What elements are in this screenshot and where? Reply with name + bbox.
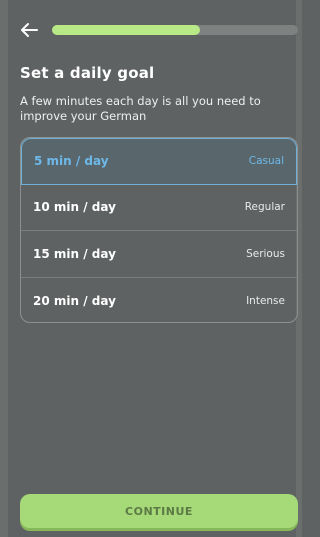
goal-option-time: 15 min / day: [33, 246, 116, 261]
goal-option-level: Casual: [248, 155, 284, 168]
goal-option-15-min[interactable]: 15 min / day Serious: [21, 231, 297, 278]
continue-label: CONTINUE: [125, 504, 193, 518]
frame-edge-left: [0, 0, 8, 537]
goal-option-5-min[interactable]: 5 min / day Casual: [21, 138, 297, 185]
arrow-left-icon: [21, 23, 38, 37]
goal-option-time: 20 min / day: [33, 293, 116, 308]
page-title: Set a daily goal: [20, 64, 155, 82]
continue-button[interactable]: CONTINUE: [20, 494, 298, 528]
goal-option-time: 5 min / day: [34, 154, 109, 169]
goal-options-list: 5 min / day Casual 10 min / day Regular …: [20, 137, 298, 323]
goal-option-10-min[interactable]: 10 min / day Regular: [21, 185, 297, 231]
progress-fill: [52, 25, 200, 35]
header: [0, 18, 302, 44]
page-subtitle: A few minutes each day is all you need t…: [20, 94, 261, 123]
goal-option-20-min[interactable]: 20 min / day Intense: [21, 278, 297, 323]
goal-option-level: Regular: [244, 201, 285, 214]
goal-option-level: Intense: [246, 294, 285, 307]
goal-option-time: 10 min / day: [33, 200, 116, 215]
goal-screen: Set a daily goal A few minutes each day …: [0, 0, 302, 537]
goal-option-level: Serious: [246, 247, 285, 260]
progress-bar: [52, 25, 298, 35]
back-button[interactable]: [18, 20, 40, 40]
